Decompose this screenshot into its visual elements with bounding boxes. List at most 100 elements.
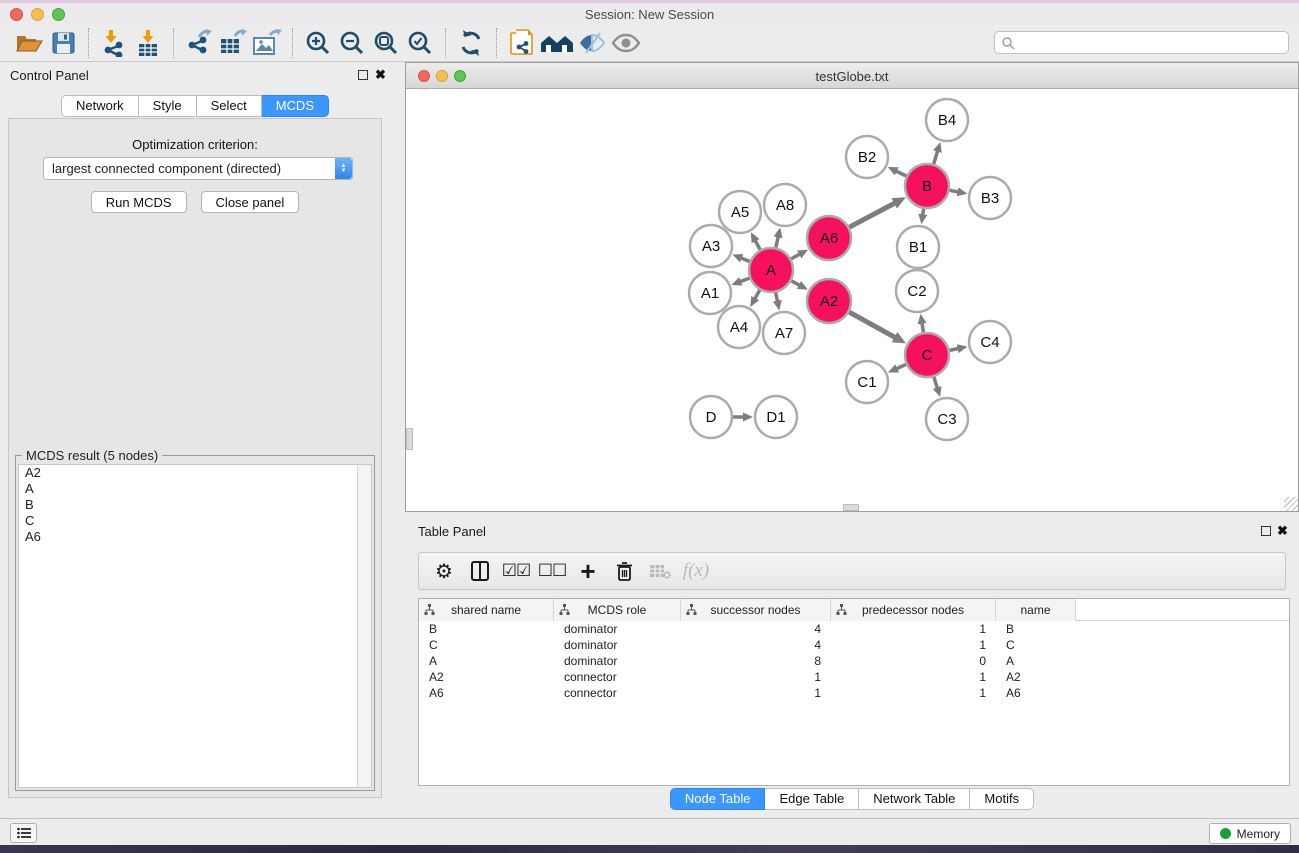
deselect-all-columns-icon[interactable]: ☐☐: [537, 556, 567, 586]
table-cell[interactable]: 0: [831, 653, 996, 669]
table-cell[interactable]: 1: [831, 669, 996, 685]
canvas-hscroll-nub[interactable]: [843, 504, 859, 511]
graph-edge-B-B4[interactable]: [934, 150, 938, 164]
network-window-titlebar[interactable]: testGlobe.txt: [406, 63, 1298, 89]
hide-graphics-details-button[interactable]: [609, 27, 643, 59]
table-cell[interactable]: 1: [831, 685, 996, 701]
column-header-MCDS-role[interactable]: MCDS role: [554, 599, 681, 621]
network-canvas[interactable]: B4B2BB3A8A5A6B1A3AC2A1A2A4A7C4CC1C3DD1: [406, 89, 1298, 511]
table-cell[interactable]: 1: [681, 685, 831, 701]
export-table-button[interactable]: [216, 27, 250, 59]
tab-network[interactable]: Network: [61, 95, 139, 117]
table-cell[interactable]: 4: [681, 637, 831, 653]
run-mcds-button[interactable]: Run MCDS: [91, 191, 187, 213]
show-graphics-details-button[interactable]: [575, 27, 609, 59]
zoom-fit-button[interactable]: [369, 27, 403, 59]
control-panel-header: Control Panel ✖: [0, 62, 390, 88]
new-network-from-selection-button[interactable]: [505, 27, 539, 59]
delete-column-icon[interactable]: [609, 556, 639, 586]
mcds-result-item[interactable]: B: [19, 497, 371, 513]
table-cell[interactable]: dominator: [554, 637, 681, 653]
float-table-panel-icon[interactable]: [1261, 526, 1271, 536]
table-cell[interactable]: dominator: [554, 621, 681, 637]
table-cell[interactable]: connector: [554, 685, 681, 701]
table-cell[interactable]: 1: [831, 621, 996, 637]
tab-node-table[interactable]: Node Table: [670, 788, 766, 810]
tab-mcds[interactable]: MCDS: [262, 95, 329, 117]
memory-button[interactable]: Memory: [1209, 823, 1291, 844]
select-all-columns-icon[interactable]: ☑☑: [501, 556, 531, 586]
float-panel-icon[interactable]: [358, 70, 368, 80]
table-cell[interactable]: connector: [554, 669, 681, 685]
table-cell[interactable]: A6: [419, 685, 554, 701]
table-cell[interactable]: B: [419, 621, 554, 637]
export-network-button[interactable]: [182, 27, 216, 59]
import-table-button[interactable]: [131, 27, 165, 59]
open-session-button[interactable]: [12, 27, 46, 59]
zoom-out-button[interactable]: [335, 27, 369, 59]
control-panel: Control Panel ✖ NetworkStyleSelectMCDS O…: [0, 62, 390, 812]
mcds-result-item[interactable]: A: [19, 481, 371, 497]
zoom-selected-button[interactable]: [403, 27, 437, 59]
column-header-predecessor-nodes[interactable]: predecessor nodes: [831, 599, 996, 621]
close-panel-button[interactable]: Close panel: [201, 191, 300, 213]
zoom-fit-icon: [373, 30, 399, 56]
table-settings-gear-icon[interactable]: ⚙: [429, 556, 459, 586]
save-session-button[interactable]: [46, 27, 80, 59]
graph-arrowhead-A-A8: [774, 227, 783, 238]
refresh-layout-button[interactable]: [454, 27, 488, 59]
search-input[interactable]: [1015, 36, 1288, 50]
table-cell[interactable]: A2: [419, 669, 554, 685]
close-table-panel-icon[interactable]: ✖: [1277, 523, 1288, 539]
graph-edge-A2-C[interactable]: [849, 312, 896, 338]
zoom-selected-icon: [407, 30, 433, 56]
table-row[interactable]: Cdominator41C: [419, 637, 1289, 653]
close-panel-icon[interactable]: ✖: [375, 67, 386, 83]
criterion-dropdown[interactable]: largest connected component (directed) ▲…: [43, 157, 353, 180]
table-row[interactable]: Adominator80A: [419, 653, 1289, 669]
table-cell[interactable]: 4: [681, 621, 831, 637]
mcds-result-item[interactable]: A6: [19, 529, 371, 545]
window-resize-grip[interactable]: [1284, 497, 1298, 511]
tab-style[interactable]: Style: [139, 95, 197, 117]
table-row[interactable]: Bdominator41B: [419, 621, 1289, 637]
table-cell[interactable]: A2: [996, 669, 1076, 685]
column-header-successor-nodes[interactable]: successor nodes: [681, 599, 831, 621]
graph-edge-A6-B[interactable]: [849, 202, 896, 227]
table-cell[interactable]: 8: [681, 653, 831, 669]
table-cell[interactable]: A: [419, 653, 554, 669]
mcds-result-item[interactable]: A2: [19, 465, 371, 481]
zoom-in-button[interactable]: [301, 27, 335, 59]
table-cell[interactable]: A: [996, 653, 1076, 669]
canvas-vscroll-nub[interactable]: [406, 428, 413, 450]
graph-arrowhead-B-B1: [918, 214, 927, 225]
tab-select[interactable]: Select: [197, 95, 262, 117]
show-column-panel-icon[interactable]: [465, 556, 495, 586]
create-column-icon[interactable]: +: [573, 556, 603, 586]
table-cell[interactable]: 1: [681, 669, 831, 685]
import-network-button[interactable]: [97, 27, 131, 59]
result-scrollbar[interactable]: [357, 465, 371, 787]
zoom-out-icon: [339, 30, 365, 56]
table-cell[interactable]: C: [996, 637, 1076, 653]
search-field[interactable]: [994, 31, 1289, 54]
tab-network-table[interactable]: Network Table: [859, 788, 970, 810]
task-history-button[interactable]: [10, 823, 37, 843]
search-icon: [1001, 36, 1015, 50]
table-cell[interactable]: A6: [996, 685, 1076, 701]
column-header-shared-name[interactable]: shared name: [419, 599, 554, 621]
graph-node-label-C1: C1: [857, 374, 876, 391]
table-cell[interactable]: B: [996, 621, 1076, 637]
mcds-result-item[interactable]: C: [19, 513, 371, 529]
table-cell[interactable]: dominator: [554, 653, 681, 669]
table-cell[interactable]: C: [419, 637, 554, 653]
export-image-button[interactable]: [250, 27, 284, 59]
table-row[interactable]: A2connector11A2: [419, 669, 1289, 685]
graph-node-label-D: D: [706, 409, 717, 426]
table-row[interactable]: A6connector11A6: [419, 685, 1289, 701]
tab-motifs[interactable]: Motifs: [970, 788, 1034, 810]
tab-edge-table[interactable]: Edge Table: [765, 788, 859, 810]
home-button[interactable]: [539, 27, 575, 59]
column-header-name[interactable]: name: [996, 599, 1076, 621]
table-cell[interactable]: 1: [831, 637, 996, 653]
